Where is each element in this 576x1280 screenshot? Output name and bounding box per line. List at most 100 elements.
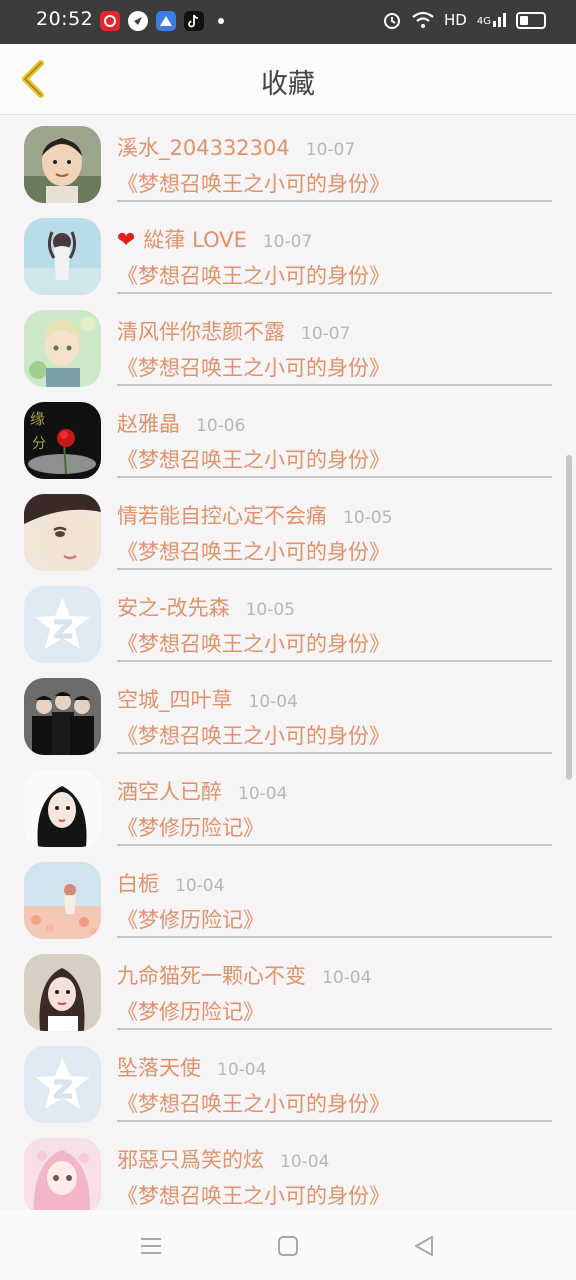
user-name[interactable]: 邪惡只爲笑的炫 xyxy=(117,1144,264,1174)
divider xyxy=(117,384,552,386)
user-name[interactable]: 安之-改先森 xyxy=(117,592,230,622)
back-triangle-icon xyxy=(415,1236,433,1256)
page-title: 收藏 xyxy=(261,69,315,100)
favorites-list[interactable]: 溪水_204332304 10-07 《梦想召唤王之小可的身份》 ❤ 緃葎 LOVE 10… xyxy=(0,116,576,1210)
band-group-avatar xyxy=(24,678,101,755)
divider xyxy=(117,660,552,662)
work-title-link[interactable]: 《梦修历险记》 xyxy=(117,904,264,934)
name-line: 白栀 10-04 xyxy=(117,868,224,898)
anime-boy-avatar xyxy=(24,310,101,387)
list-item[interactable]: 清风伴你悲颜不露 10-07 《梦想召唤王之小可的身份》 xyxy=(0,300,576,392)
avatar[interactable]: 缘分 xyxy=(24,402,101,479)
favorite-date: 10-04 xyxy=(175,876,225,896)
status-indicators: HD 4G xyxy=(382,10,546,30)
user-name[interactable]: 酒空人已醉 xyxy=(117,776,222,806)
cloud-app-icon xyxy=(156,11,176,31)
avatar[interactable] xyxy=(24,862,101,939)
list-item[interactable]: 空城_四叶草 10-04 《梦想召唤王之小可的身份》 xyxy=(0,668,576,760)
name-line: 九命猫死一颗心不变 10-04 xyxy=(117,960,371,990)
avatar[interactable] xyxy=(24,310,101,387)
favorite-date: 10-04 xyxy=(248,692,298,712)
list-item[interactable]: 坠落天使 10-04 《梦想召唤王之小可的身份》 xyxy=(0,1036,576,1128)
list-item[interactable]: 溪水_204332304 10-07 《梦想召唤王之小可的身份》 xyxy=(0,116,576,208)
user-name[interactable]: 緃葎 LOVE xyxy=(143,224,246,254)
portrait-girl-avatar xyxy=(24,954,101,1031)
user-name[interactable]: 九命猫死一颗心不变 xyxy=(117,960,306,990)
status-time: 20:52 xyxy=(36,8,94,30)
user-name[interactable]: 空城_四叶草 xyxy=(117,684,233,714)
list-item[interactable]: 邪惡只爲笑的炫 10-04 《梦想召唤王之小可的身份》 xyxy=(0,1128,576,1210)
work-title-link[interactable]: 《梦想召唤王之小可的身份》 xyxy=(117,444,390,474)
list-item[interactable]: 白栀 10-04 《梦修历险记》 xyxy=(0,852,576,944)
name-line: 情若能自控心定不会痛 10-05 xyxy=(117,500,392,530)
divider xyxy=(117,292,552,294)
navigation-app-icon xyxy=(128,11,148,31)
favorite-date: 10-04 xyxy=(280,1152,330,1172)
list-item[interactable]: 情若能自控心定不会痛 10-05 《梦想召唤王之小可的身份》 xyxy=(0,484,576,576)
work-title-link[interactable]: 《梦修历险记》 xyxy=(117,812,264,842)
menu-icon xyxy=(141,1238,161,1254)
default-qq-avatar xyxy=(24,586,101,663)
work-title-link[interactable]: 《梦想召唤王之小可的身份》 xyxy=(117,628,390,658)
avatar[interactable] xyxy=(24,954,101,1031)
name-line: 赵雅晶 10-06 xyxy=(117,408,245,438)
divider xyxy=(117,1028,552,1030)
name-line: 空城_四叶草 10-04 xyxy=(117,684,298,714)
name-line: 安之-改先森 10-05 xyxy=(117,592,295,622)
work-title-link[interactable]: 《梦修历险记》 xyxy=(117,996,264,1026)
system-nav-bar xyxy=(0,1210,576,1280)
status-bar: 20:52 HD 4G xyxy=(0,0,576,44)
avatar[interactable] xyxy=(24,586,101,663)
alarm-icon xyxy=(384,13,401,29)
menu-button[interactable] xyxy=(137,1232,165,1260)
work-title-link[interactable]: 《梦想召唤王之小可的身份》 xyxy=(117,536,390,566)
avatar[interactable] xyxy=(24,1138,101,1210)
work-title-link[interactable]: 《梦想召唤王之小可的身份》 xyxy=(117,1180,390,1210)
favorite-date: 10-06 xyxy=(196,416,246,436)
home-button[interactable] xyxy=(274,1232,302,1260)
name-line: 清风伴你悲颜不露 10-07 xyxy=(117,316,350,346)
name-line: ❤ 緃葎 LOVE 10-07 xyxy=(117,224,312,254)
user-name[interactable]: 赵雅晶 xyxy=(117,408,180,438)
user-name[interactable]: 清风伴你悲颜不露 xyxy=(117,316,285,346)
avatar[interactable] xyxy=(24,770,101,847)
divider xyxy=(117,936,552,938)
list-item[interactable]: 酒空人已醉 10-04 《梦修历险记》 xyxy=(0,760,576,852)
list-item[interactable]: 安之-改先森 10-05 《梦想召唤王之小可的身份》 xyxy=(0,576,576,668)
avatar[interactable] xyxy=(24,494,101,571)
favorite-date: 10-04 xyxy=(217,1060,267,1080)
user-name[interactable]: 坠落天使 xyxy=(117,1052,201,1082)
list-item[interactable]: ❤ 緃葎 LOVE 10-07 《梦想召唤王之小可的身份》 xyxy=(0,208,576,300)
scrollbar[interactable] xyxy=(566,455,572,780)
weibo-like-app-icon xyxy=(100,11,120,31)
user-name[interactable]: 白栀 xyxy=(117,868,159,898)
network-type-label: HD xyxy=(444,11,467,29)
work-title-link[interactable]: 《梦想召唤王之小可的身份》 xyxy=(117,1088,390,1118)
favorite-date: 10-07 xyxy=(301,324,351,344)
svg-text:分: 分 xyxy=(32,436,46,452)
list-item[interactable]: 缘分赵雅晶 10-06 《梦想召唤王之小可的身份》 xyxy=(0,392,576,484)
work-title-link[interactable]: 《梦想召唤王之小可的身份》 xyxy=(117,260,390,290)
photo-child-avatar xyxy=(24,126,101,203)
list-item[interactable]: 九命猫死一颗心不变 10-04 《梦修历险记》 xyxy=(0,944,576,1036)
avatar[interactable] xyxy=(24,218,101,295)
avatar[interactable] xyxy=(24,1046,101,1123)
work-title-link[interactable]: 《梦想召唤王之小可的身份》 xyxy=(117,352,390,382)
tiktok-icon xyxy=(184,11,204,31)
user-name[interactable]: 溪水_204332304 xyxy=(117,132,290,162)
user-name[interactable]: 情若能自控心定不会痛 xyxy=(117,500,327,530)
avatar[interactable] xyxy=(24,126,101,203)
favorite-date: 10-07 xyxy=(262,232,313,252)
name-line: 酒空人已醉 10-04 xyxy=(117,776,287,806)
top-nav-bar: 收藏 xyxy=(0,44,576,115)
work-title-link[interactable]: 《梦想召唤王之小可的身份》 xyxy=(117,720,390,750)
girl-silhouette-avatar xyxy=(24,218,101,295)
system-back-button[interactable] xyxy=(410,1232,438,1260)
name-line: 溪水_204332304 10-07 xyxy=(117,132,355,162)
divider xyxy=(117,844,552,846)
favorite-date: 10-05 xyxy=(343,508,393,528)
name-line: 坠落天使 10-04 xyxy=(117,1052,266,1082)
avatar[interactable] xyxy=(24,678,101,755)
work-title-link[interactable]: 《梦想召唤王之小可的身份》 xyxy=(117,168,390,198)
divider xyxy=(117,200,552,202)
